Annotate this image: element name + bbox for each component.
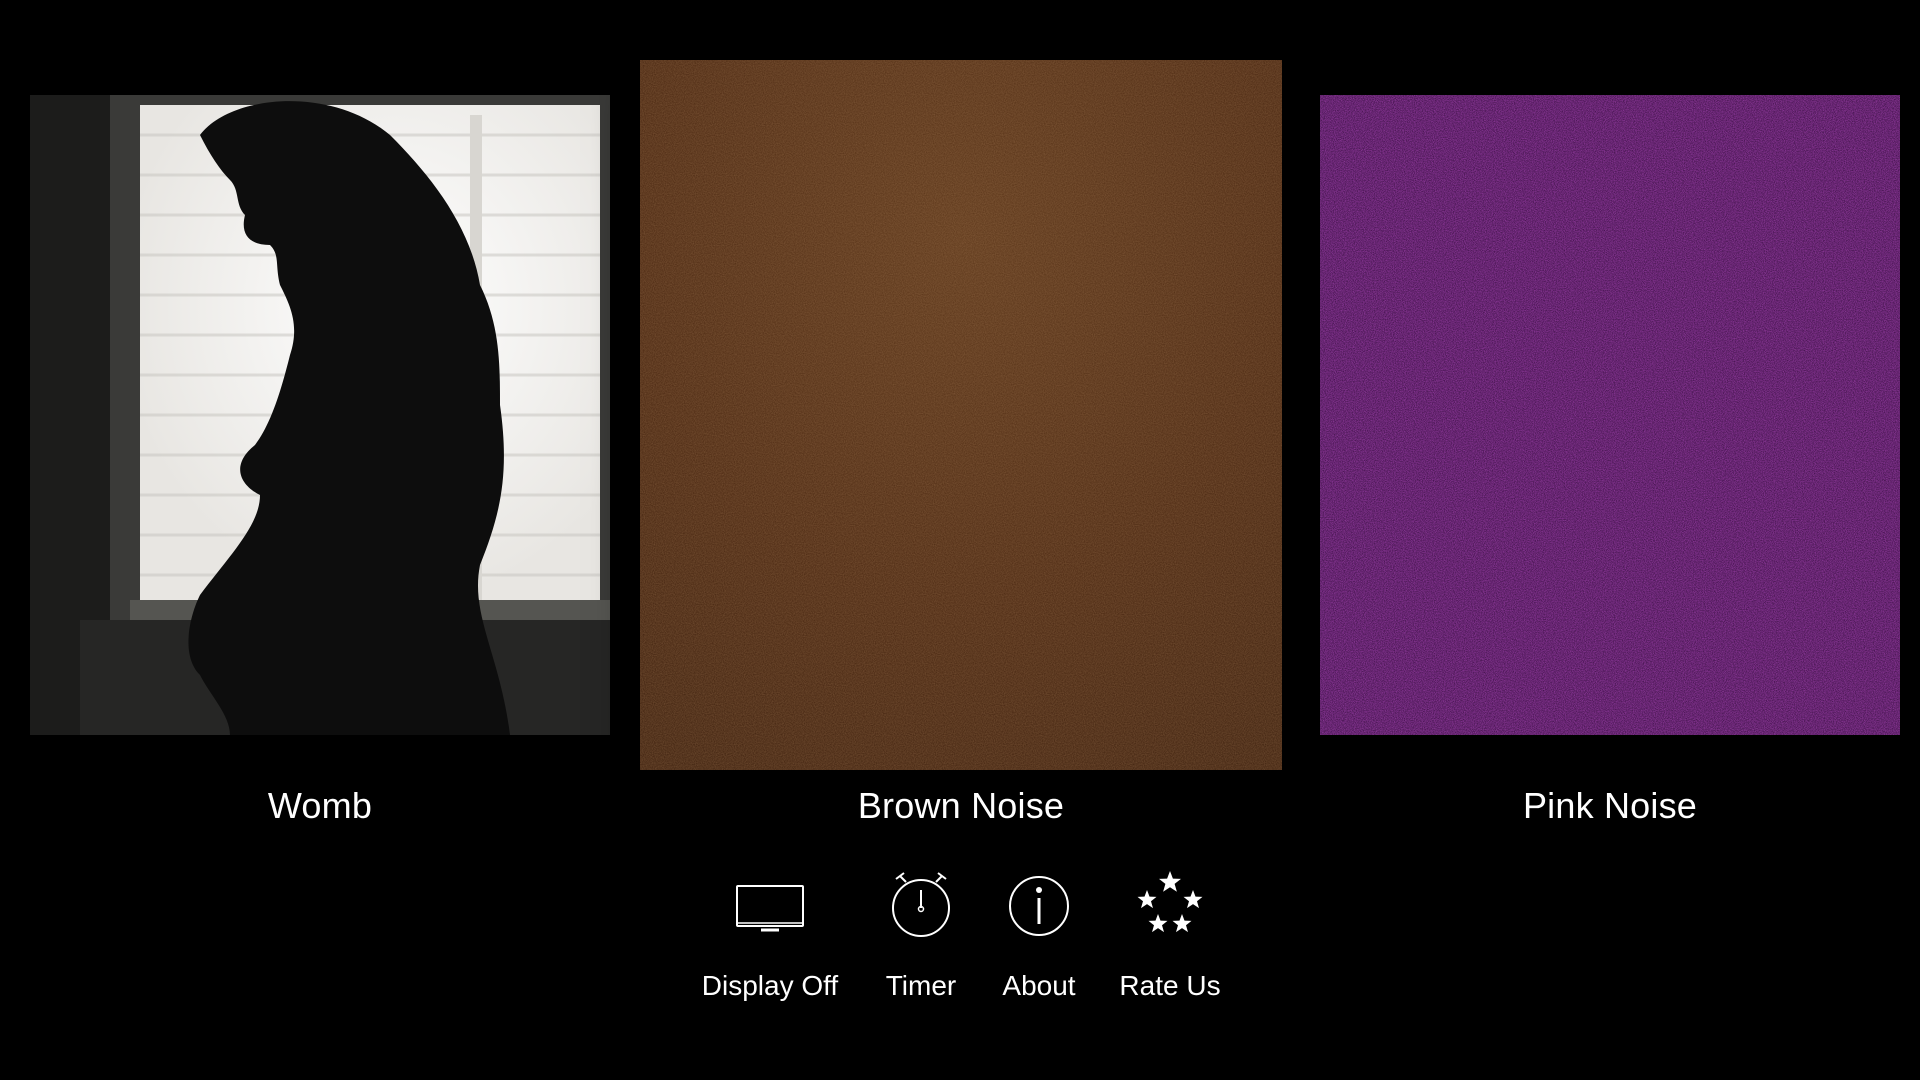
display-off-label: Display Off xyxy=(701,970,839,1001)
display-off-button[interactable]: Display Off xyxy=(690,870,850,1010)
womb-artwork xyxy=(30,95,610,735)
tile-brown-noise[interactable] xyxy=(640,60,1282,770)
tile-pink-noise[interactable] xyxy=(1320,95,1900,735)
info-icon xyxy=(1009,876,1069,936)
stars-icon xyxy=(1137,871,1203,933)
tile-brown-noise-label: Brown Noise xyxy=(857,785,1065,826)
tv-icon xyxy=(736,885,804,932)
rate-us-button[interactable]: Rate Us xyxy=(1090,870,1250,1010)
pink-noise-artwork xyxy=(1320,95,1900,735)
rate-us-label: Rate Us xyxy=(1119,970,1221,1001)
tile-womb[interactable] xyxy=(30,95,610,735)
tile-womb-label: Womb xyxy=(267,785,373,826)
tile-pink-noise-label: Pink Noise xyxy=(1522,785,1698,826)
bottom-toolbar: Display Off Timer About Rate Us xyxy=(0,870,1920,1010)
brown-noise-artwork xyxy=(640,60,1282,770)
stopwatch-icon xyxy=(892,872,950,937)
app-screen: Womb Brown Noise Pink Noise Display Off … xyxy=(0,0,1920,1080)
